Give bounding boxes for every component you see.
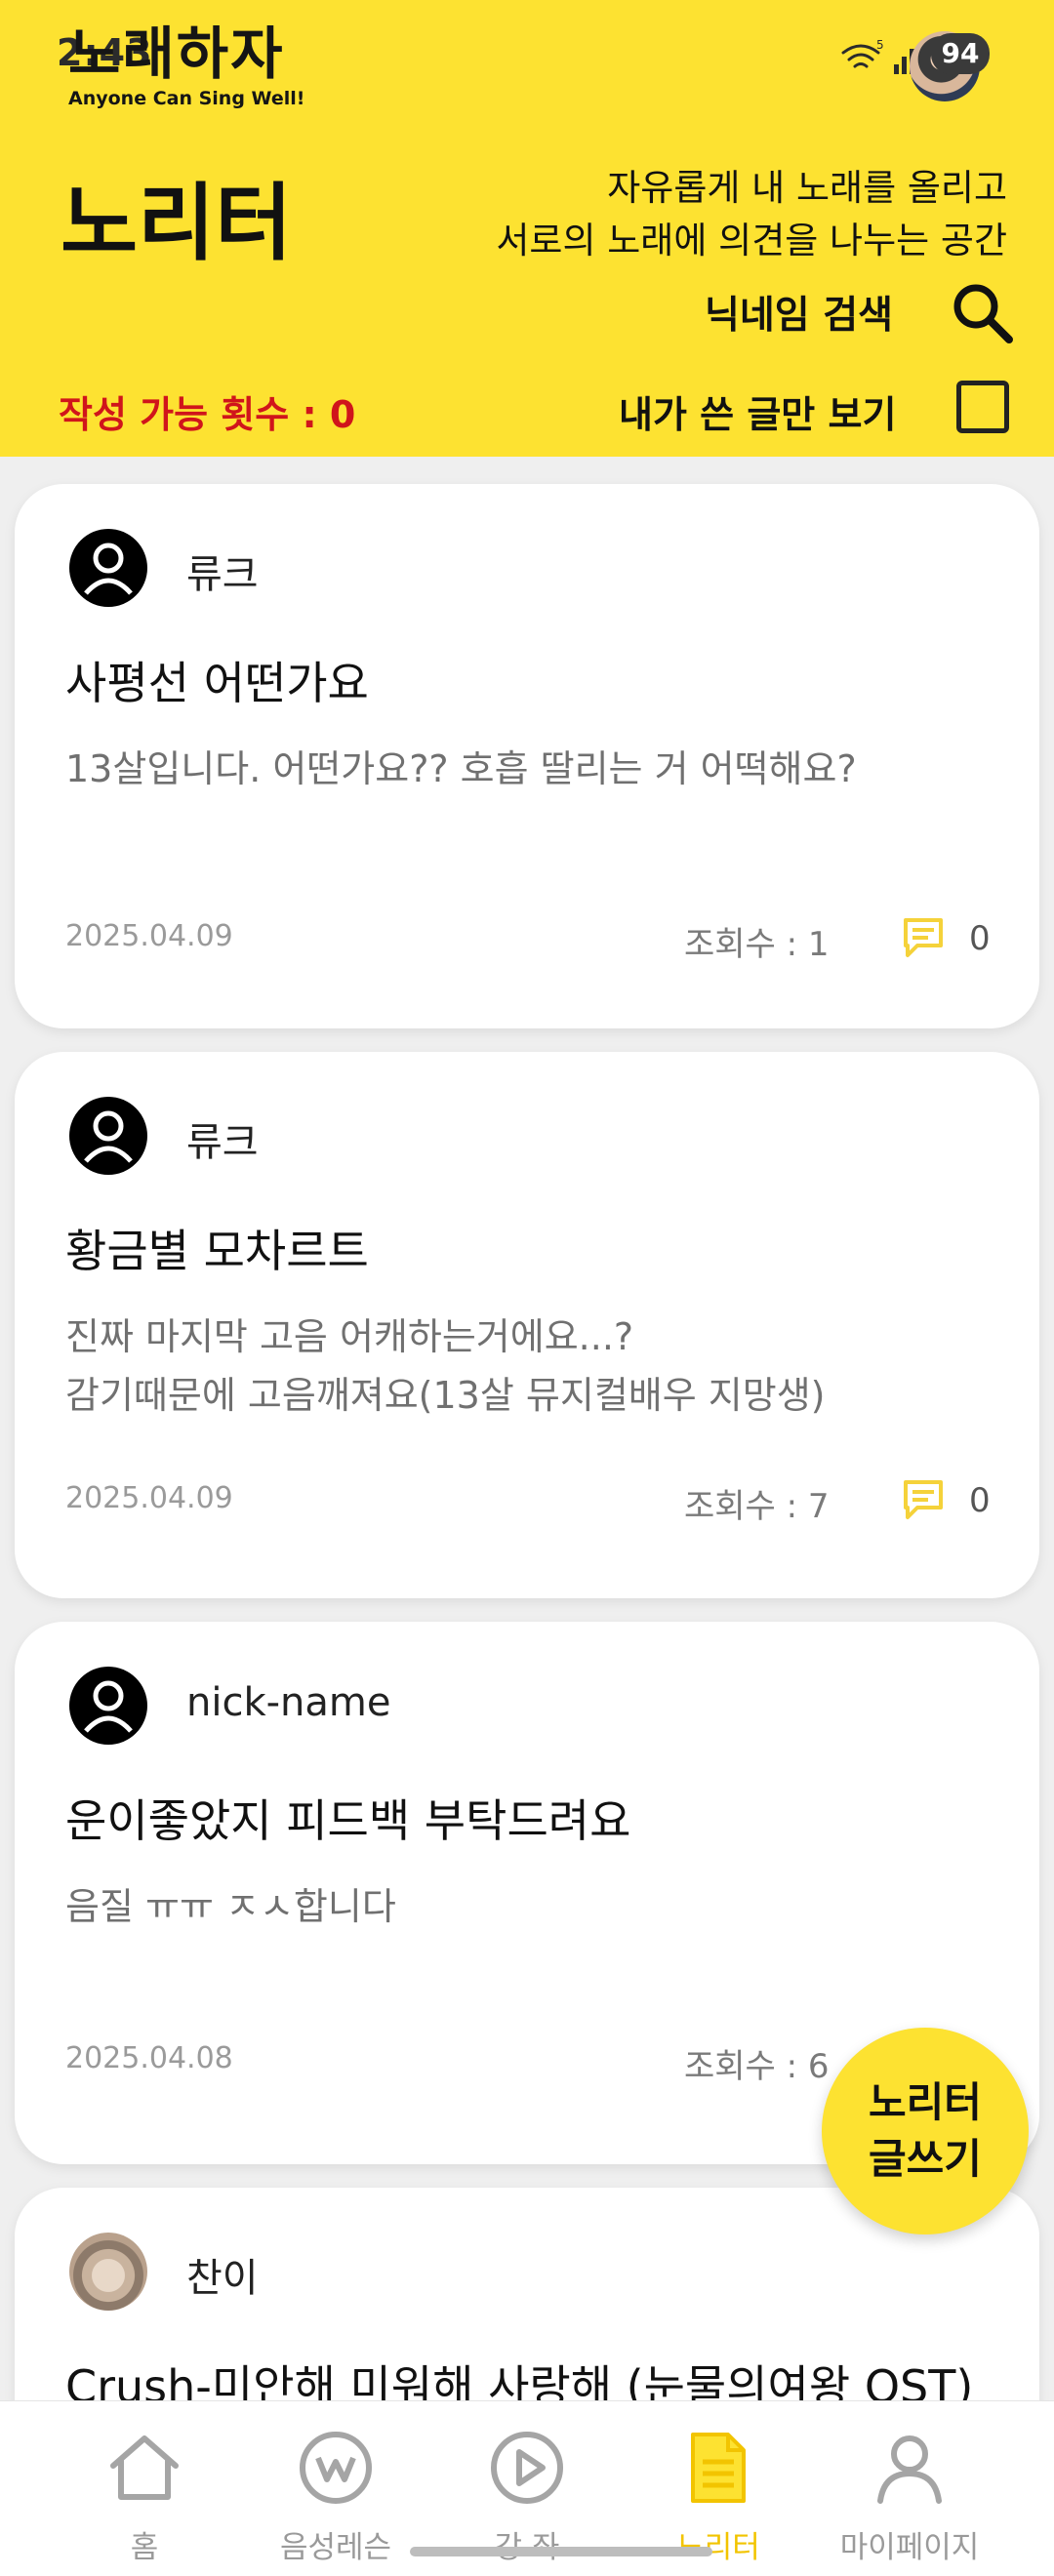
- post-body: 진짜 마지막 고음 어캐하는거에요...? 감기때문에 고음깨져요(13살 뮤지…: [65, 1315, 826, 1417]
- write-count-label: 작성 가능 횟수 : 0: [59, 393, 356, 436]
- nav-label-voice-lesson: 음성레슨: [279, 2530, 392, 2565]
- comment-count: 0: [969, 919, 991, 958]
- search-icon[interactable]: [949, 279, 1017, 347]
- nav-item-mypage[interactable]: 마이페이지: [804, 2401, 1015, 2576]
- nav-label-noriter: 노리터: [676, 2530, 760, 2565]
- post-body: 음질 ㅠㅠ ㅈㅅ합니다: [65, 1885, 396, 1928]
- my-posts-only-checkbox[interactable]: [956, 381, 1009, 433]
- brand-logo[interactable]: 노래하자 Anyone Can Sing Well!: [68, 21, 304, 109]
- post-body: 13살입니다. 어떤가요?? 호흡 딸리는 거 어떡해요?: [65, 747, 857, 790]
- page-title: 노리터: [61, 175, 293, 272]
- battery-indicator: 94: [931, 33, 990, 74]
- brand-title: 노래하자: [68, 20, 285, 87]
- post-author[interactable]: nick-name: [186, 1680, 391, 1725]
- page-description: 자유롭게 내 노래를 올리고 서로의 노래에 의견을 나누는 공간: [496, 162, 1007, 267]
- post-author[interactable]: 류크: [186, 1110, 259, 1167]
- document-icon: [691, 2433, 746, 2503]
- post-card[interactable]: 류크 황금별 모차르트 진짜 마지막 고음 어캐하는거에요...? 감기때문에 …: [15, 1052, 1039, 1598]
- nav-label-mypage: 마이페이지: [839, 2530, 980, 2565]
- post-title: 사평선 어떤가요: [65, 657, 369, 709]
- nav-label-home: 홈: [130, 2530, 159, 2565]
- post-title: 황금별 모차르트: [65, 1225, 369, 1277]
- post-date: 2025.04.09: [65, 919, 233, 953]
- post-views: 조회수 : 1: [684, 925, 830, 964]
- post-author[interactable]: 찬이: [186, 2246, 259, 2303]
- default-avatar-icon: [69, 1097, 147, 1175]
- post-views: 조회수 : 7: [684, 1487, 830, 1526]
- home-indicator: [410, 2547, 712, 2556]
- voice-lesson-icon: [300, 2432, 372, 2504]
- post-date: 2025.04.09: [65, 1481, 233, 1515]
- page-description-line1: 자유롭게 내 노래를 올리고: [607, 167, 1007, 209]
- comment-icon: [904, 918, 943, 957]
- post-title: 운이좋았지 피드백 부탁드려요: [65, 1794, 631, 1847]
- write-post-button[interactable]: 노리터 글쓰기: [822, 2028, 1029, 2234]
- play-icon: [491, 2432, 563, 2504]
- comment-count: 0: [969, 1481, 991, 1520]
- nickname-search-label[interactable]: 닉네임 검색: [705, 285, 893, 340]
- nav-item-home[interactable]: 홈: [39, 2401, 250, 2576]
- app-header: 2:43 노래하자 Anyone Can Sing Well! 5 94 노리터…: [0, 0, 1054, 457]
- post-card[interactable]: 류크 사평선 어떤가요 13살입니다. 어떤가요?? 호흡 딸리는 거 어떡해요…: [15, 484, 1039, 1028]
- svg-text:5: 5: [876, 38, 884, 52]
- default-avatar-icon: [69, 529, 147, 607]
- comment-icon: [904, 1480, 943, 1519]
- my-posts-only-label[interactable]: 내가 쓴 글만 보기: [619, 384, 896, 438]
- post-author[interactable]: 류크: [186, 543, 259, 599]
- page-description-line2: 서로의 노래에 의견을 나누는 공간: [496, 220, 1007, 262]
- home-icon: [110, 2435, 179, 2500]
- nav-label-lecture: 강 좌: [422, 2522, 632, 2566]
- default-avatar-icon: [69, 1667, 147, 1745]
- author-photo-avatar: [69, 2233, 147, 2311]
- post-views: 조회수 : 6: [684, 2047, 830, 2086]
- brand-tagline: Anyone Can Sing Well!: [68, 88, 305, 109]
- post-date: 2025.04.08: [65, 2041, 233, 2075]
- person-icon: [877, 2435, 942, 2504]
